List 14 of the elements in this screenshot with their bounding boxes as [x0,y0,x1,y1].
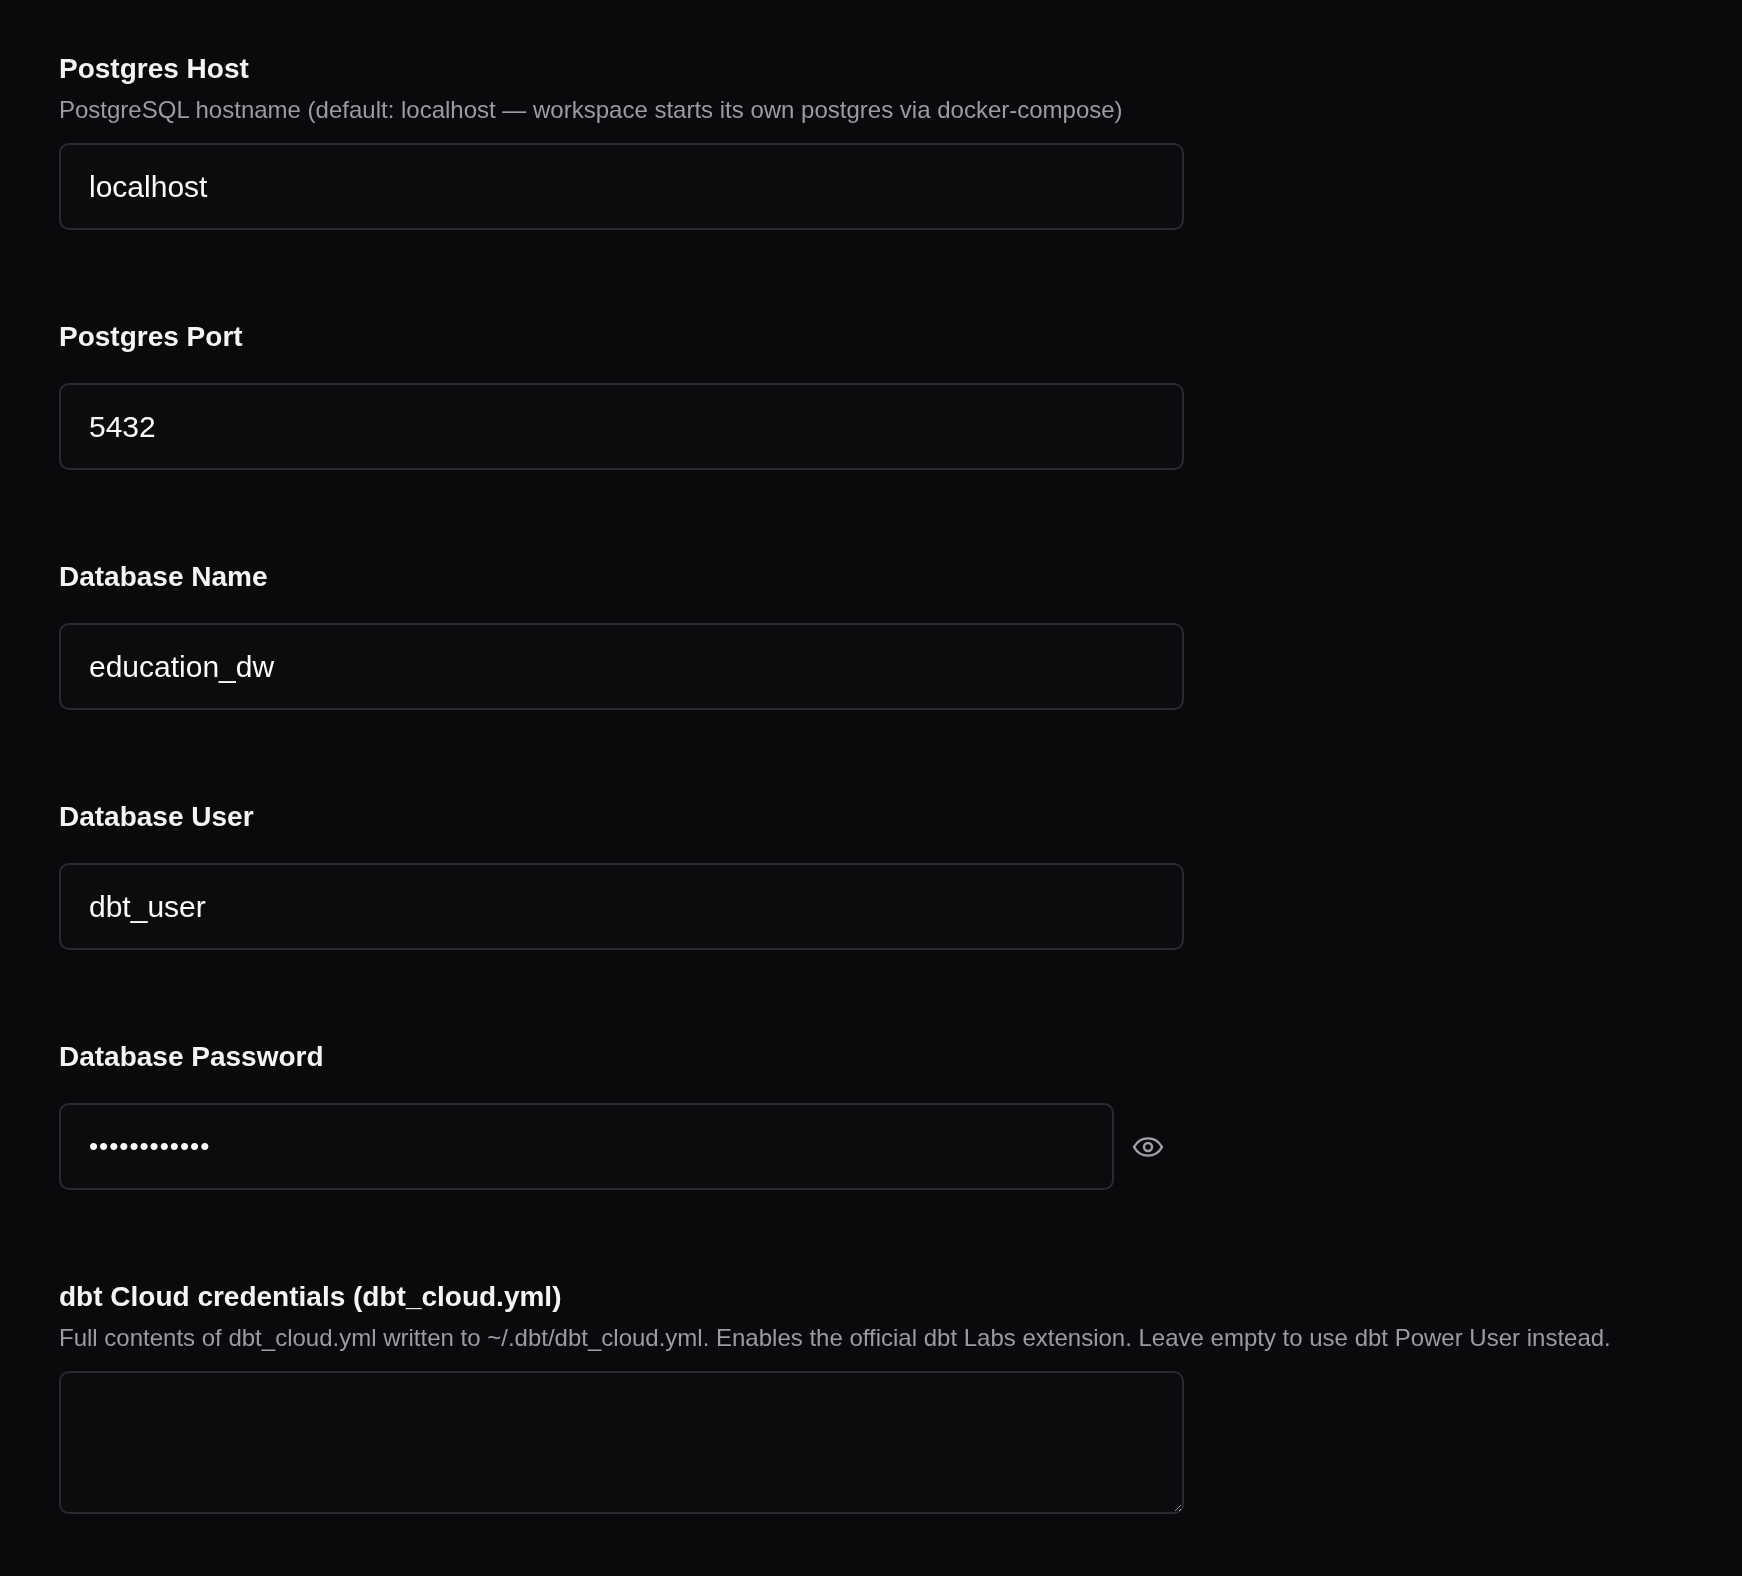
field-label: Postgres Port [59,320,244,354]
eye-icon[interactable] [1132,1135,1164,1158]
password-field[interactable]: •••••••••••• [59,1103,1114,1190]
field-label: Database User [59,800,255,834]
text-field[interactable]: localhost [59,143,1184,230]
text-field[interactable]: education_dw [59,623,1184,710]
field-label: Postgres Host [59,52,250,86]
field-label: dbt Cloud credentials (dbt_cloud.yml) [59,1280,563,1314]
field-description: Full contents of dbt_cloud.yml written to ~/.dbt/dbt_cloud.yml. Enables the official dbt Labs extension. Leave empty to use dbt Power User instead. [59,1323,1612,1353]
field-label: Database Password [59,1040,325,1074]
text-field[interactable]: dbt_user [59,863,1184,950]
text-field[interactable]: 5432 [59,383,1184,470]
field-label: Database Name [59,560,269,594]
field-description: PostgreSQL hostname (default: localhost — workspace starts its own postgres via docker-compose) [59,95,1124,125]
